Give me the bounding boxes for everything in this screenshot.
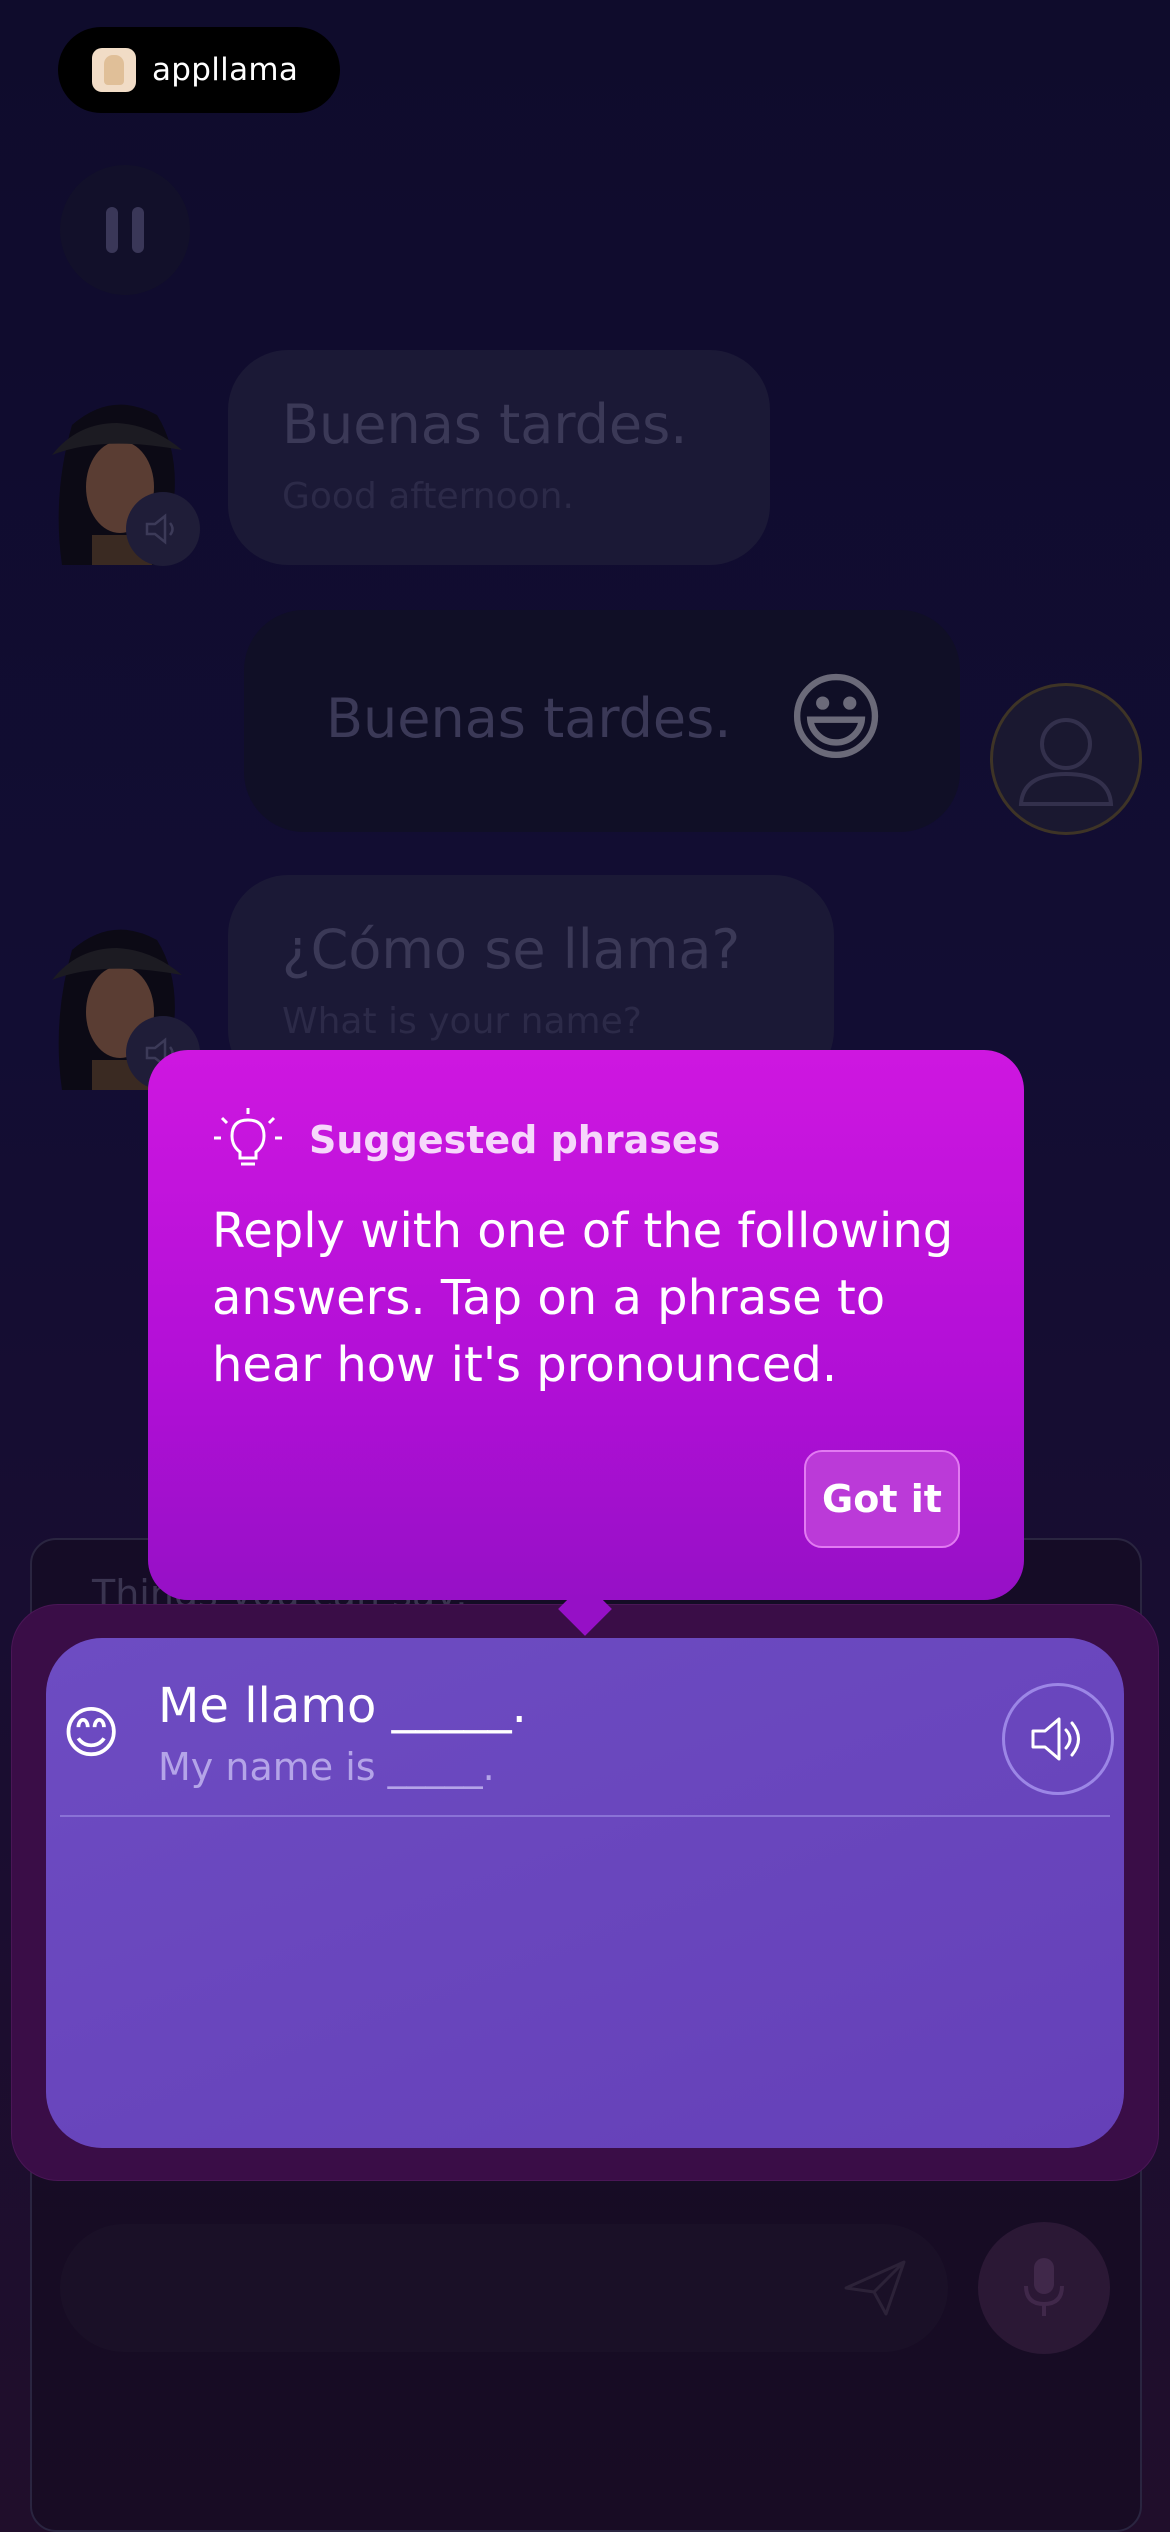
pause-button[interactable] (60, 165, 190, 295)
phrase-text[interactable]: Me llamo _____. (158, 1678, 527, 1734)
reaction-emoji: 😃 (786, 662, 887, 774)
message-text: Buenas tardes. (326, 687, 732, 750)
lightbulb-icon (214, 1108, 282, 1166)
tooltip-title: Suggested phrases (309, 1118, 721, 1162)
message-text: ¿Cómo se llama? (282, 918, 741, 981)
replay-audio-button[interactable] (126, 492, 200, 566)
pause-icon (106, 207, 118, 253)
user-avatar (990, 683, 1142, 835)
microphone-icon (1024, 2258, 1064, 2316)
message-text: Buenas tardes. (282, 393, 688, 456)
llama-logo-icon (92, 48, 136, 92)
speaker-icon (1031, 1717, 1080, 1761)
speaker-icon (145, 513, 174, 545)
divider (60, 1815, 1110, 1817)
send-icon[interactable] (842, 2258, 908, 2318)
tooltip-body: Reply with one of the following answers.… (212, 1203, 954, 1393)
phrase-emoji: 😊 (62, 1701, 121, 1766)
tutor-message-bubble[interactable] (228, 350, 770, 565)
user-icon (1018, 718, 1114, 806)
message-translation: What is your name? (282, 1001, 642, 1042)
microphone-button[interactable] (978, 2222, 1110, 2354)
app-logo: appllama (58, 27, 340, 113)
message-input[interactable] (60, 2224, 948, 2352)
phrase-translation: My name is _____. (158, 1745, 495, 1789)
message-translation: Good afternoon. (282, 476, 574, 517)
logo-text: appllama (152, 52, 299, 88)
play-phrase-button[interactable] (1002, 1683, 1114, 1795)
got-it-button[interactable]: Got it (804, 1450, 960, 1548)
